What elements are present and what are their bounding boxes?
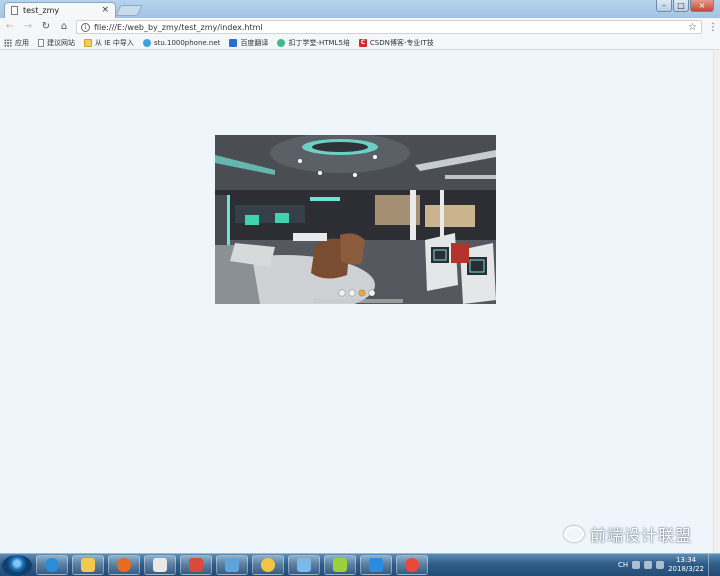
bookmark-import-ie[interactable]: 从 IE 中导入 (84, 38, 134, 48)
taskbar-button[interactable] (144, 555, 176, 575)
carousel-slide-image (215, 135, 496, 304)
csdn-icon: C (358, 38, 367, 47)
bookmark-label: 扣丁学堂-HTML5培 (288, 38, 350, 47)
bookmark-label: 应用 (15, 38, 29, 47)
bookmark-apps[interactable]: 应用 (4, 38, 29, 48)
taskbar-button[interactable] (108, 555, 140, 575)
baidu-translate-icon (229, 38, 238, 47)
folder-icon (81, 558, 95, 572)
monitor-icon (225, 558, 239, 572)
bookmark-label: CSDN博客-专业IT技 (369, 38, 434, 47)
image-carousel[interactable] (215, 135, 496, 304)
bookmark-label: 建议网站 (47, 38, 75, 47)
taskbar-button[interactable] (252, 555, 284, 575)
carousel-dot[interactable] (369, 290, 375, 296)
taskbar-button[interactable] (360, 555, 392, 575)
show-desktop-button[interactable] (708, 554, 716, 576)
taskbar-items (32, 555, 428, 575)
forward-icon[interactable]: → (22, 21, 34, 33)
ie-icon (45, 558, 59, 572)
network-icon[interactable] (632, 561, 641, 569)
title-bar: test_zmy × – □ × (0, 0, 720, 18)
bookmark-label: 百度翻译 (240, 38, 269, 47)
language-indicator[interactable]: CH (618, 561, 628, 569)
taskbar-button[interactable] (396, 555, 428, 575)
apps-icon (4, 38, 12, 47)
clock-time: 13:34 (675, 556, 697, 564)
browser-tab[interactable]: test_zmy × (4, 2, 116, 18)
chrome-icon (405, 558, 419, 572)
back-icon[interactable]: ← (4, 21, 16, 33)
clock[interactable]: 13:34 2018/3/22 (668, 556, 704, 574)
taskbar-button[interactable] (216, 555, 248, 575)
bookmark-qianfeng[interactable]: 扣丁学堂-HTML5培 (277, 38, 350, 48)
browser-toolbar: ← → ↻ ⌂ i file:///E:/web_by_zmy/test_zmy… (0, 18, 720, 36)
hbuilder-icon (189, 558, 203, 572)
bookmark-star-icon[interactable]: ☆ (688, 22, 697, 33)
taskbar-button[interactable] (72, 555, 104, 575)
weather-icon (261, 558, 275, 572)
clock-date: 2018/3/22 (668, 565, 704, 573)
slide-caption (313, 299, 403, 303)
wechat-icon (563, 526, 584, 542)
firefox-icon (117, 558, 131, 572)
minimize-button[interactable]: – (656, 0, 672, 12)
home-icon[interactable]: ⌂ (58, 21, 70, 33)
menu-icon[interactable]: ⋮ (708, 22, 718, 33)
window-controls: – □ × (656, 0, 714, 12)
volume-icon[interactable] (644, 561, 653, 569)
carousel-indicators (339, 290, 375, 296)
stu-icon (142, 38, 151, 47)
close-tab-icon[interactable]: × (101, 6, 109, 15)
carousel-dot[interactable] (359, 290, 365, 296)
watermark-text: 前端设计联盟 (589, 526, 692, 545)
green-app-icon (333, 558, 347, 572)
gallery-icon (297, 558, 311, 572)
bookmarks-bar: 应用 建议网站 从 IE 中导入 stu.1000phone.net 百度翻译 … (0, 36, 720, 50)
tab-title: test_zmy (23, 6, 60, 15)
carousel-dot[interactable] (339, 290, 345, 296)
app-icon (153, 558, 167, 572)
taskbar-button[interactable] (288, 555, 320, 575)
security-icon[interactable] (656, 561, 665, 569)
bookmark-baidu-translate[interactable]: 百度翻译 (229, 38, 268, 48)
start-button[interactable] (2, 554, 32, 576)
url-text[interactable]: file:///E:/web_by_zmy/test_zmy/index.htm… (94, 23, 684, 32)
bookmark-csdn[interactable]: C CSDN博客-专业IT技 (358, 38, 434, 48)
qianfeng-icon (277, 38, 286, 47)
maximize-button[interactable]: □ (673, 0, 689, 12)
reload-icon[interactable]: ↻ (40, 21, 52, 33)
bookmark-label: stu.1000phone.net (153, 38, 221, 47)
taskbar-button[interactable] (180, 555, 212, 575)
system-tray: CH 13:34 2018/3/22 (614, 554, 720, 576)
page-scrollbar[interactable] (713, 51, 720, 553)
new-tab-button[interactable] (115, 5, 143, 16)
bookmark-stu[interactable]: stu.1000phone.net (142, 38, 221, 47)
wps-icon (369, 558, 383, 572)
address-bar[interactable]: i file:///E:/web_by_zmy/test_zmy/index.h… (76, 20, 702, 34)
page-icon (38, 38, 44, 47)
folder-icon (84, 38, 92, 47)
taskbar-button[interactable] (36, 555, 68, 575)
watermark: 前端设计联盟 (563, 522, 692, 546)
bookmark-suggested-sites[interactable]: 建议网站 (38, 38, 75, 48)
taskbar-button[interactable] (324, 555, 356, 575)
carousel-dot[interactable] (349, 290, 355, 296)
bookmark-label: 从 IE 中导入 (95, 38, 134, 47)
page-icon (11, 6, 18, 15)
info-icon[interactable]: i (81, 22, 90, 32)
page-viewport (0, 51, 720, 553)
windows-taskbar: CH 13:34 2018/3/22 (0, 553, 720, 576)
close-window-button[interactable]: × (690, 0, 714, 12)
